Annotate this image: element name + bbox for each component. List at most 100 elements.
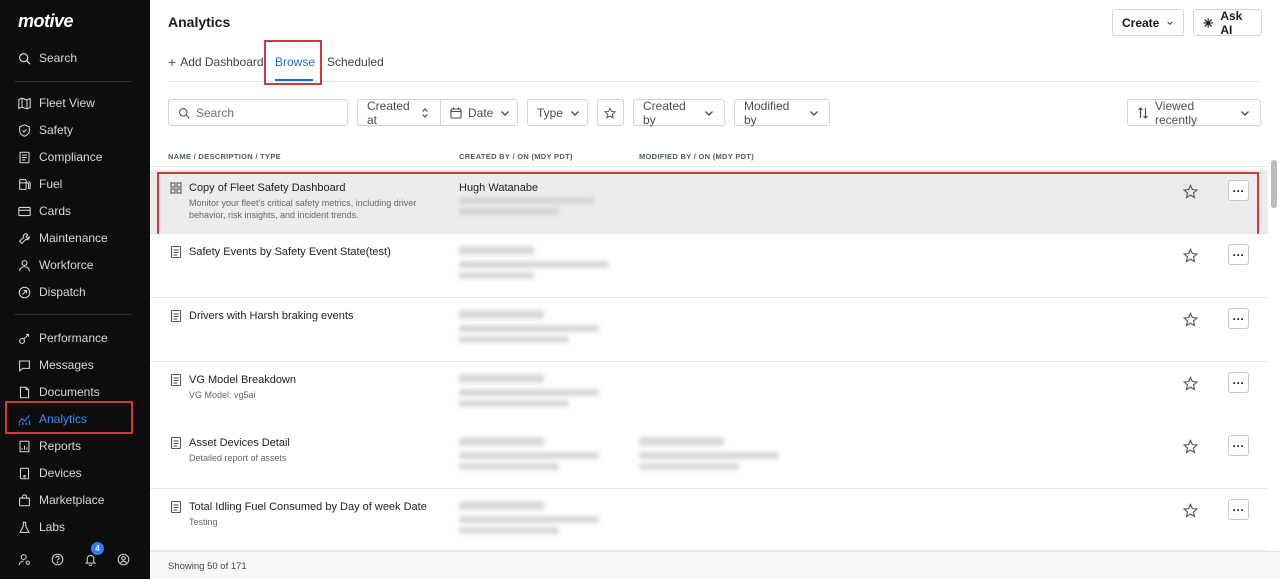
row-description: Detailed report of assets (189, 453, 287, 463)
sidebar-item-compliance[interactable]: Compliance (18, 146, 102, 168)
search-icon (178, 107, 190, 119)
chevron-down-icon (810, 110, 818, 116)
analytics-selection-highlight (5, 401, 133, 434)
star-icon[interactable] (1183, 439, 1198, 454)
column-header-created[interactable]: CREATED BY / ON (MDY PDT) (459, 152, 573, 161)
sidebar-item-safety[interactable]: Safety (18, 119, 73, 141)
scrollbar-thumb[interactable] (1271, 160, 1277, 208)
sidebar-search[interactable]: Search (18, 47, 77, 69)
table-row[interactable]: Total Idling Fuel Consumed by Day of wee… (150, 489, 1268, 551)
help-button[interactable] (51, 549, 84, 569)
sidebar-divider (14, 314, 132, 315)
wrench-icon (18, 232, 30, 244)
sidebar-item-devices[interactable]: Devices (18, 462, 82, 484)
ask-ai-label: Ask AI (1220, 8, 1243, 37)
sidebar-item-marketplace[interactable]: Marketplace (18, 489, 104, 511)
redacted-text (459, 501, 544, 510)
sidebar-item-messages[interactable]: Messages (18, 354, 94, 376)
motive-logo[interactable]: motive (18, 11, 74, 32)
row-title[interactable]: Asset Devices Detail (189, 437, 290, 449)
more-options-button[interactable]: ··· (1228, 435, 1249, 456)
sidebar-item-workforce[interactable]: Workforce (18, 254, 93, 276)
sidebar-item-dispatch[interactable]: Dispatch (18, 281, 86, 303)
create-button-label: Create (1122, 15, 1160, 30)
sidebar-item-performance[interactable]: Performance (18, 327, 108, 349)
table-row[interactable]: VG Model Breakdown VG Model: vg5ai ··· (150, 362, 1268, 426)
sort-updown-icon (422, 107, 428, 118)
redacted-text (459, 437, 544, 446)
table-row[interactable]: Safety Events by Safety Event State(test… (150, 234, 1268, 298)
sidebar-item-maintenance[interactable]: Maintenance (18, 227, 108, 249)
redacted-text (459, 261, 609, 268)
shield-icon (19, 123, 30, 137)
main-content: Analytics Create Ask AI + Add Dashboard … (150, 0, 1280, 579)
filter-label: Type (537, 105, 564, 120)
created-at-filter[interactable]: Created at (357, 99, 441, 127)
redacted-text (459, 463, 559, 470)
sidebar-item-fuel[interactable]: Fuel (18, 173, 62, 195)
sidebar-item-label: Reports (39, 439, 82, 453)
row-title[interactable]: Drivers with Harsh braking events (189, 310, 353, 322)
sidebar-item-cards[interactable]: Cards (18, 200, 71, 222)
more-options-button[interactable]: ··· (1228, 308, 1249, 329)
row-description: Testing (189, 517, 218, 527)
user-settings-button[interactable] (18, 549, 51, 569)
row-title[interactable]: VG Model Breakdown (189, 374, 296, 386)
sidebar-item-reports[interactable]: Reports (18, 435, 81, 457)
row-title[interactable]: Total Idling Fuel Consumed by Day of wee… (189, 501, 427, 513)
sidebar-item-label: Documents (39, 385, 100, 399)
table-row[interactable]: Drivers with Harsh braking events ··· (150, 298, 1268, 362)
bag-icon (19, 493, 30, 506)
redacted-text (459, 272, 534, 279)
sidebar-item-label: Labs (39, 520, 66, 534)
more-options-button[interactable]: ··· (1228, 499, 1249, 520)
ask-ai-button[interactable]: Ask AI (1193, 8, 1262, 37)
redacted-text (459, 336, 569, 343)
ellipsis-icon: ··· (1232, 311, 1245, 326)
sidebar-item-label: Maintenance (39, 231, 108, 245)
sidebar-item-label: Safety (39, 123, 74, 137)
more-options-button[interactable]: ··· (1228, 244, 1249, 265)
tab-bar: + Add Dashboard Browse Scheduled (168, 52, 1260, 82)
date-filter[interactable]: Date (440, 99, 518, 126)
notifications-button[interactable]: 4 (84, 542, 117, 569)
sort-dropdown[interactable]: Viewed recently (1127, 99, 1261, 127)
person-gear-icon (18, 553, 30, 565)
sidebar-item-documents[interactable]: Documents (18, 381, 100, 403)
account-button[interactable] (117, 549, 150, 569)
created-by-filter[interactable]: Created by (633, 98, 725, 127)
star-icon[interactable] (1183, 376, 1198, 391)
row-title[interactable]: Safety Events by Safety Event State(test… (189, 246, 391, 258)
table-footer: Showing 50 of 171 (150, 551, 1280, 579)
modified-by-filter[interactable]: Modified by (734, 99, 830, 127)
star-icon[interactable] (1183, 312, 1198, 327)
performance-icon (19, 333, 30, 344)
tab-scheduled[interactable]: Scheduled (327, 55, 384, 69)
tab-add-dashboard[interactable]: + Add Dashboard (168, 55, 264, 69)
table-row[interactable]: Asset Devices Detail Detailed report of … (150, 425, 1268, 489)
redacted-text (459, 325, 599, 332)
chevron-down-icon (1167, 21, 1173, 25)
favorites-filter[interactable] (597, 99, 624, 126)
search-input[interactable]: Search (168, 99, 348, 126)
create-button[interactable]: Create (1112, 9, 1184, 36)
sidebar-item-labs[interactable]: Labs (18, 516, 65, 538)
sparkle-icon (1203, 17, 1213, 28)
type-filter[interactable]: Type (527, 99, 588, 126)
column-header-modified[interactable]: MODIFIED BY / ON (MDY PDT) (639, 152, 754, 161)
sidebar-item-label: Messages (39, 358, 94, 372)
sidebar-item-fleet-view[interactable]: Fleet View (18, 92, 95, 114)
redacted-text (459, 310, 544, 319)
star-icon[interactable] (1183, 503, 1198, 518)
more-options-button[interactable]: ··· (1228, 372, 1249, 393)
filter-label: Created by (643, 98, 686, 127)
ellipsis-icon: ··· (1232, 502, 1245, 517)
column-header-name[interactable]: NAME / DESCRIPTION / TYPE (168, 152, 281, 161)
star-icon[interactable] (1183, 248, 1198, 263)
vertical-scrollbar[interactable] (1268, 150, 1280, 550)
report-icon (19, 440, 30, 452)
flask-icon (19, 521, 30, 533)
sidebar-item-label: Compliance (39, 150, 103, 164)
tab-label: Scheduled (327, 55, 384, 69)
report-icon (170, 437, 182, 449)
